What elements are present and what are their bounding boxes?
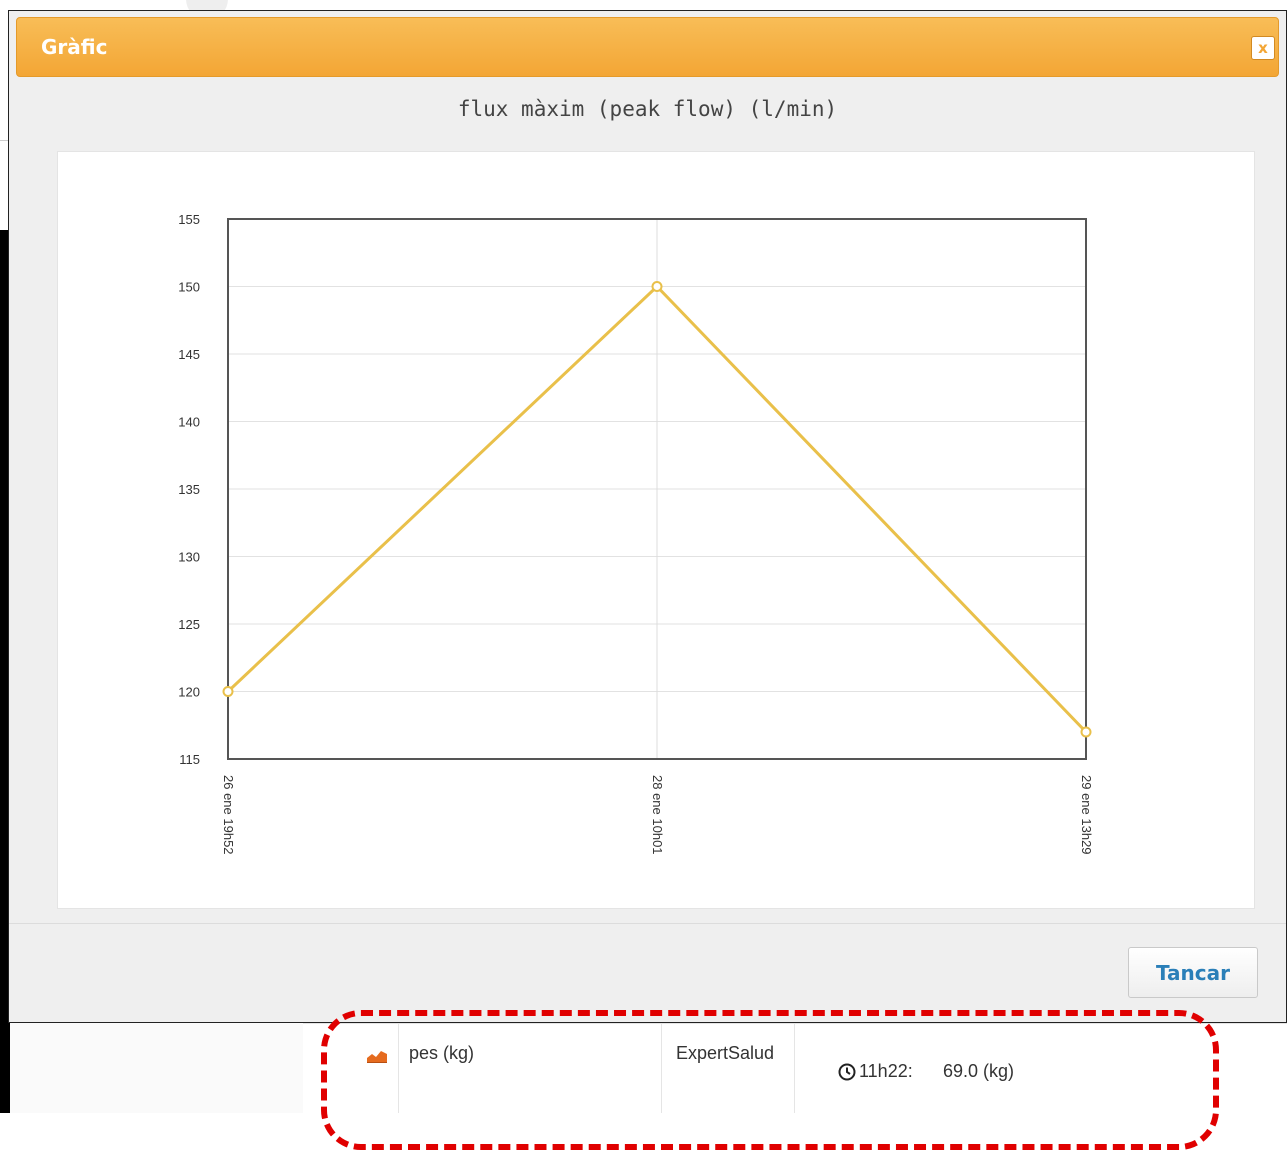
chart-dialog: Gràfic x flux màxim (peak flow) (l/min) … (8, 10, 1287, 1023)
data-point (222, 686, 234, 697)
chart-title: flux màxim (peak flow) (l/min) (457, 97, 838, 121)
cell-divider (794, 1023, 795, 1113)
y-tick-label: 130 (178, 550, 200, 565)
table-row-cells (303, 1023, 1287, 1114)
dialog-titlebar[interactable]: Gràfic x (16, 17, 1279, 77)
dialog-footer-divider (9, 923, 1286, 924)
y-tick-label: 120 (178, 685, 200, 700)
row-source: ExpertSalud (676, 1043, 775, 1063)
chart-panel: 115 120 125 130 135 140 145 150 155 26 ene 19h52 2… (57, 151, 1255, 909)
y-tick-label: 115 (179, 752, 200, 767)
y-tick-label: 125 (178, 617, 200, 632)
close-dialog-button[interactable]: Tancar (1128, 947, 1258, 998)
table-row[interactable] (0, 1023, 1287, 1114)
cell-divider (398, 1023, 399, 1113)
table-row-left-cell (10, 1023, 304, 1113)
data-point (651, 281, 663, 292)
dialog-title: Gràfic (41, 35, 108, 59)
y-tick-label: 135 (178, 482, 200, 497)
x-tick-label: 28 ene 10h01 (650, 775, 665, 855)
area-chart-icon[interactable] (367, 1049, 387, 1063)
x-tick-label: 26 ene 19h52 (221, 775, 236, 855)
data-point (1080, 726, 1092, 738)
close-icon: x (1258, 38, 1268, 57)
cell-divider (661, 1023, 662, 1113)
close-button[interactable]: x (1251, 36, 1275, 60)
row-name: pes (kg) (409, 1043, 475, 1063)
y-tick-label: 145 (178, 347, 200, 362)
line-chart: 115 120 125 130 135 140 145 150 155 26 ene 19h52 2… (178, 212, 1094, 855)
row-time: 11h22: (859, 1061, 913, 1081)
row-value: 69.0 (kg) (943, 1061, 1015, 1081)
y-tick-label: 150 (178, 280, 200, 295)
clock-icon (838, 1063, 856, 1081)
y-tick-label: 140 (178, 415, 200, 430)
y-tick-label: 155 (178, 212, 200, 227)
x-tick-label: 29 ene 13h29 (1079, 775, 1094, 855)
